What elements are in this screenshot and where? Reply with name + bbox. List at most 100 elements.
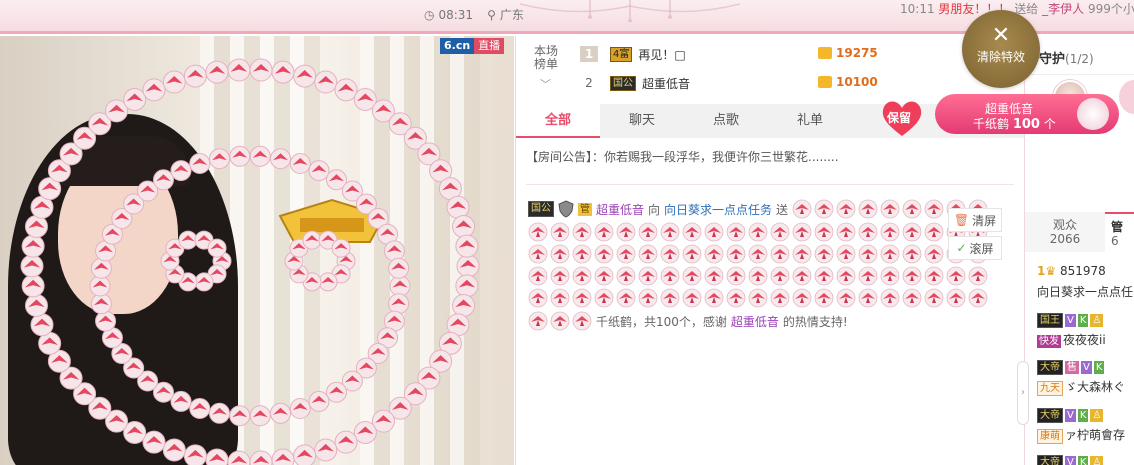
paper-crane-icon xyxy=(836,266,856,286)
rank-name[interactable]: 超重低音 xyxy=(642,75,690,92)
noble-badge: 大帝 xyxy=(1037,408,1063,423)
panel-collapse-handle[interactable]: › xyxy=(1017,361,1029,425)
divider xyxy=(526,184,1014,185)
paper-crane-icon xyxy=(704,244,724,264)
video-player[interactable] xyxy=(0,36,514,465)
user-row-1[interactable]: 快发 夜夜夜ii xyxy=(1037,331,1106,348)
crane-bubble xyxy=(314,70,338,94)
crane-bubble xyxy=(227,450,251,465)
crane-bubble xyxy=(249,450,273,465)
crane-bubble xyxy=(388,257,410,279)
crane-bubble xyxy=(318,272,338,292)
coin-value: 10100 xyxy=(836,75,878,89)
crane-bubble xyxy=(189,397,211,419)
noble-badge: 大帝 xyxy=(1037,360,1063,375)
crane-bubble xyxy=(90,293,112,315)
live-label: 直播 xyxy=(474,38,505,54)
paper-crane-icon xyxy=(572,244,592,264)
guard-avatar[interactable] xyxy=(1119,80,1134,114)
chevron-down-icon[interactable]: ﹀ xyxy=(540,76,551,92)
room-meta: ◷ 08:31 ⚲ 广东 xyxy=(424,6,524,23)
crane-bubble xyxy=(293,64,317,88)
audience-tabs: 观众 2066 管 6 xyxy=(1025,212,1134,252)
crane-bubble xyxy=(388,293,410,315)
rank-row-1[interactable]: 1 4富 再见！□ xyxy=(580,44,686,64)
user-badges-3: 大帝 V K ♙ xyxy=(1037,407,1105,423)
noble-badge: 国王 xyxy=(1037,313,1063,328)
crane-effect xyxy=(20,58,480,465)
paper-crane-icon xyxy=(748,266,768,286)
ranking-label[interactable]: 本场榜单 xyxy=(532,45,560,71)
paper-crane-icon xyxy=(858,288,878,308)
paper-crane-icon xyxy=(814,222,834,242)
paper-crane-icon xyxy=(902,199,922,219)
vip-badge: V xyxy=(1065,409,1076,422)
site-badge: 6.cn 直播 xyxy=(440,38,505,54)
crane-bubble xyxy=(207,238,227,258)
tab-admin[interactable]: 管 6 xyxy=(1105,212,1134,252)
gift-summary: 千纸鹤，共100个，感谢 xyxy=(596,314,727,329)
paper-crane-icon xyxy=(704,288,724,308)
crane-bubble xyxy=(271,448,295,465)
crane-bubble xyxy=(455,234,479,258)
thanks-user[interactable]: 超重低音 xyxy=(731,313,779,330)
paper-crane-icon xyxy=(528,266,548,286)
paper-crane-icon xyxy=(858,244,878,264)
k-badge: K xyxy=(1077,409,1089,422)
noble-level-badge: 国公 xyxy=(610,75,636,91)
check-circle-icon: ✓ xyxy=(956,241,967,255)
paper-crane-icon xyxy=(594,266,614,286)
scroll-screen-button[interactable]: ✓ 滚屏 xyxy=(948,236,1002,260)
tab-audience[interactable]: 观众 2066 xyxy=(1025,212,1105,252)
crane-bubble xyxy=(331,238,351,258)
paper-crane-icon xyxy=(880,222,900,242)
crane-bubble xyxy=(205,60,229,84)
user-id-line[interactable]: 1♛ 851978 xyxy=(1037,264,1106,278)
paper-crane-icon xyxy=(726,288,746,308)
paper-crane-icon xyxy=(726,244,746,264)
receiver-name[interactable]: 向日葵求一点点任务 xyxy=(664,201,772,218)
guard-title: 守护(1/2) xyxy=(1039,48,1094,67)
paper-crane-icon xyxy=(550,288,570,308)
user-badges-1: 国王 V K ♙ xyxy=(1037,312,1105,328)
crane-bubble xyxy=(24,293,48,317)
tab-songs[interactable]: 点歌 xyxy=(684,104,768,138)
user-badges-4: 大帝 V K ♙ xyxy=(1037,454,1105,465)
rank-row-2[interactable]: 2 国公 超重低音 xyxy=(580,73,690,93)
paper-crane-icon xyxy=(682,244,702,264)
tab-chat[interactable]: 聊天 xyxy=(600,104,684,138)
paper-crane-icon xyxy=(616,288,636,308)
user-row-2[interactable]: 九天 ゞ大森林ぐ xyxy=(1037,378,1125,396)
paper-crane-icon xyxy=(924,266,944,286)
paper-crane-icon xyxy=(880,288,900,308)
paper-crane-icon xyxy=(638,222,658,242)
user-name-line[interactable]: 向日葵求一点点任 xyxy=(1037,283,1133,300)
user-tag-badge: 康萌 xyxy=(1037,429,1063,444)
tab-all[interactable]: 全部 xyxy=(516,104,600,138)
clear-screen-button[interactable]: 🗑 清屏 xyxy=(948,208,1002,232)
rank-name[interactable]: 再见！□ xyxy=(638,46,685,63)
paper-crane-icon xyxy=(946,288,966,308)
crane-bubble xyxy=(162,438,186,462)
gift-unit: 个 xyxy=(1043,117,1056,131)
paper-crane-icon xyxy=(968,288,988,308)
paper-crane-icon xyxy=(550,266,570,286)
k-badge: K xyxy=(1077,456,1089,465)
sender-name[interactable]: 超重低音 xyxy=(596,201,644,218)
clock-icon: ◷ xyxy=(424,7,435,22)
tab-gifts[interactable]: 礼单 xyxy=(768,104,852,138)
clear-effects-button[interactable]: ✕ 清除特效 xyxy=(962,10,1040,88)
admin-badge: 管 xyxy=(578,202,592,216)
crane-bubble xyxy=(178,230,198,250)
crane-bubble xyxy=(142,78,166,102)
close-icon: ✕ xyxy=(991,23,1011,48)
user-row-3[interactable]: 康萌 ァ柠萌會存 xyxy=(1037,426,1125,444)
ticker-receiver[interactable]: _李伊人 xyxy=(1042,2,1084,16)
crane-bubble xyxy=(446,195,470,219)
paper-crane-icon xyxy=(550,244,570,264)
keep-effect-button[interactable]: 保留 xyxy=(880,98,924,138)
paper-crane-icon xyxy=(528,222,548,242)
paper-crane-icon xyxy=(638,266,658,286)
paper-crane-icon xyxy=(836,288,856,308)
crane-bubble xyxy=(334,430,358,454)
